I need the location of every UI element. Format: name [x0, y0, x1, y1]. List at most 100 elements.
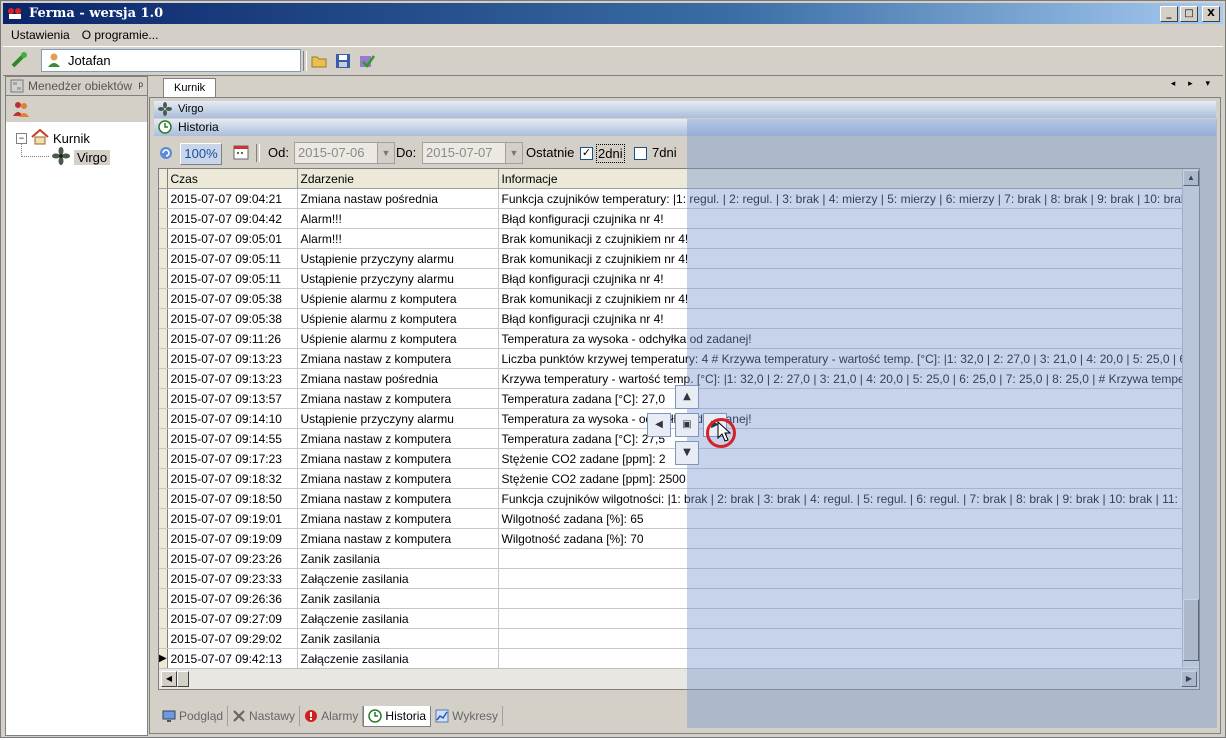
label-7days[interactable]: 7dni — [652, 143, 677, 163]
cell-zdarzenie: Ustąpienie przyczyny alarmu — [297, 408, 499, 429]
cell-zdarzenie: Ustąpienie przyczyny alarmu — [297, 268, 499, 289]
to-date-field[interactable]: 2015-07-07 ▼ — [422, 142, 523, 164]
row-header[interactable] — [159, 308, 168, 329]
object-manager-panel: Menedżer obiektów ᵖ − Kurnik Virgo — [5, 76, 148, 736]
menu-bar: Ustawienia O programie... — [3, 25, 1223, 45]
row-header[interactable] — [159, 488, 168, 509]
row-header[interactable] — [159, 408, 168, 429]
save-icon[interactable] — [333, 51, 353, 71]
cell-zdarzenie: Uśpienie alarmu z komputera — [297, 308, 499, 329]
last-label: Ostatnie — [526, 145, 575, 160]
checkbox-7days[interactable] — [634, 147, 647, 160]
row-header-corner — [159, 169, 168, 189]
tab-wykresy-label: Wykresy — [452, 709, 498, 723]
mouse-pointer-icon — [717, 421, 732, 442]
title-bar[interactable]: Ferma - wersja 1.0 _ □ X — [3, 3, 1223, 24]
from-date-field[interactable]: 2015-07-06 ▼ — [294, 142, 395, 164]
cell-czas: 2015-07-07 09:42:13 — [167, 648, 298, 669]
cell-zdarzenie: Zmiana nastaw z komputera — [297, 448, 499, 469]
cell-czas: 2015-07-07 09:13:57 — [167, 388, 298, 409]
row-header[interactable] — [159, 268, 168, 289]
cell-czas: 2015-07-07 09:05:11 — [167, 268, 298, 289]
row-header[interactable] — [159, 548, 168, 569]
cell-czas: 2015-07-07 09:19:09 — [167, 528, 298, 549]
cell-czas: 2015-07-07 09:05:11 — [167, 248, 298, 269]
cell-czas: 2015-07-07 09:29:02 — [167, 628, 298, 649]
user-field[interactable]: Jotafan — [41, 49, 301, 72]
device-bar: Virgo — [154, 101, 1216, 118]
tree-node-virgo[interactable]: Virgo — [52, 147, 111, 168]
cell-czas: 2015-07-07 09:14:10 — [167, 408, 298, 429]
chevron-down-icon[interactable]: ▼ — [505, 143, 522, 163]
cell-zdarzenie: Zanik zasilania — [297, 628, 499, 649]
scroll-left-icon[interactable]: ◀ — [161, 671, 177, 687]
pin-icon[interactable]: ᵖ — [138, 77, 143, 95]
app-icon — [7, 6, 23, 20]
tree-label-kurnik: Kurnik — [53, 131, 90, 146]
chevron-down-icon[interactable]: ▼ — [377, 143, 394, 163]
dock-left-icon[interactable]: ◀ — [647, 413, 671, 437]
row-header[interactable]: ▶ — [159, 648, 168, 669]
dock-center-icon[interactable]: ▣ — [675, 413, 699, 437]
cell-zdarzenie: Zmiana nastaw z komputera — [297, 508, 499, 529]
maximize-button[interactable]: □ — [1180, 6, 1198, 22]
checkbox-2days[interactable]: ✓ — [580, 147, 593, 160]
row-header[interactable] — [159, 428, 168, 449]
cell-zdarzenie: Zmiana nastaw z komputera — [297, 388, 499, 409]
column-header-zdarzenie[interactable]: Zdarzenie — [297, 169, 499, 189]
tab-alarmy[interactable]: Alarmy — [300, 706, 364, 726]
menu-ustawienia[interactable]: Ustawienia — [11, 28, 70, 42]
tab-wykresy[interactable]: Wykresy — [431, 706, 503, 726]
cell-czas: 2015-07-07 09:04:42 — [167, 208, 298, 229]
cell-zdarzenie: Alarm!!! — [297, 228, 499, 249]
tab-historia[interactable]: Historia — [363, 706, 432, 727]
dock-bottom-icon[interactable]: ▼ — [675, 441, 699, 465]
row-header[interactable] — [159, 448, 168, 469]
row-header[interactable] — [159, 348, 168, 369]
dock-top-icon[interactable]: ▲ — [675, 385, 699, 409]
monitor-icon — [162, 710, 176, 722]
tab-kurnik[interactable]: Kurnik — [163, 78, 217, 98]
row-header[interactable] — [159, 188, 168, 209]
cell-zdarzenie: Załączenie zasilania — [297, 648, 499, 669]
confirm-icon[interactable] — [357, 51, 377, 71]
row-header[interactable] — [159, 288, 168, 309]
connect-icon[interactable] — [9, 50, 29, 70]
row-header[interactable] — [159, 468, 168, 489]
close-button[interactable]: X — [1202, 6, 1220, 22]
zoom-button[interactable]: 100% — [180, 143, 222, 165]
row-header[interactable] — [159, 588, 168, 609]
row-header[interactable] — [159, 328, 168, 349]
house-icon — [31, 128, 49, 148]
minimize-button[interactable]: _ — [1160, 6, 1178, 22]
to-date-value: 2015-07-07 — [426, 145, 493, 160]
refresh-icon[interactable] — [158, 145, 174, 164]
tree-node-kurnik[interactable]: − Kurnik — [16, 128, 90, 148]
tree-line — [21, 156, 49, 158]
tab-nastawy[interactable]: Nastawy — [228, 706, 301, 726]
label-2days[interactable]: 2dni — [596, 144, 625, 163]
menu-o-programie[interactable]: O programie... — [82, 28, 159, 42]
cell-czas: 2015-07-07 09:17:23 — [167, 448, 298, 469]
column-header-czas[interactable]: Czas — [167, 169, 298, 189]
hscroll-thumb[interactable] — [177, 671, 189, 687]
row-header[interactable] — [159, 228, 168, 249]
cell-zdarzenie: Zmiana nastaw pośrednia — [297, 188, 499, 209]
users-icon[interactable] — [12, 100, 30, 121]
row-header[interactable] — [159, 248, 168, 269]
row-header[interactable] — [159, 388, 168, 409]
from-label: Od: — [268, 145, 289, 160]
row-header[interactable] — [159, 608, 168, 629]
cell-czas: 2015-07-07 09:05:38 — [167, 288, 298, 309]
row-header[interactable] — [159, 528, 168, 549]
row-header[interactable] — [159, 568, 168, 589]
row-header[interactable] — [159, 208, 168, 229]
tab-podglad[interactable]: Podgląd — [158, 706, 229, 726]
open-folder-icon[interactable] — [309, 51, 329, 71]
calendar-icon[interactable] — [233, 144, 249, 163]
row-header[interactable] — [159, 368, 168, 389]
tab-navigation[interactable]: ◂ ▸ ▾ — [1171, 79, 1215, 89]
row-header[interactable] — [159, 628, 168, 649]
cell-zdarzenie: Zmiana nastaw z komputera — [297, 348, 499, 369]
row-header[interactable] — [159, 508, 168, 529]
